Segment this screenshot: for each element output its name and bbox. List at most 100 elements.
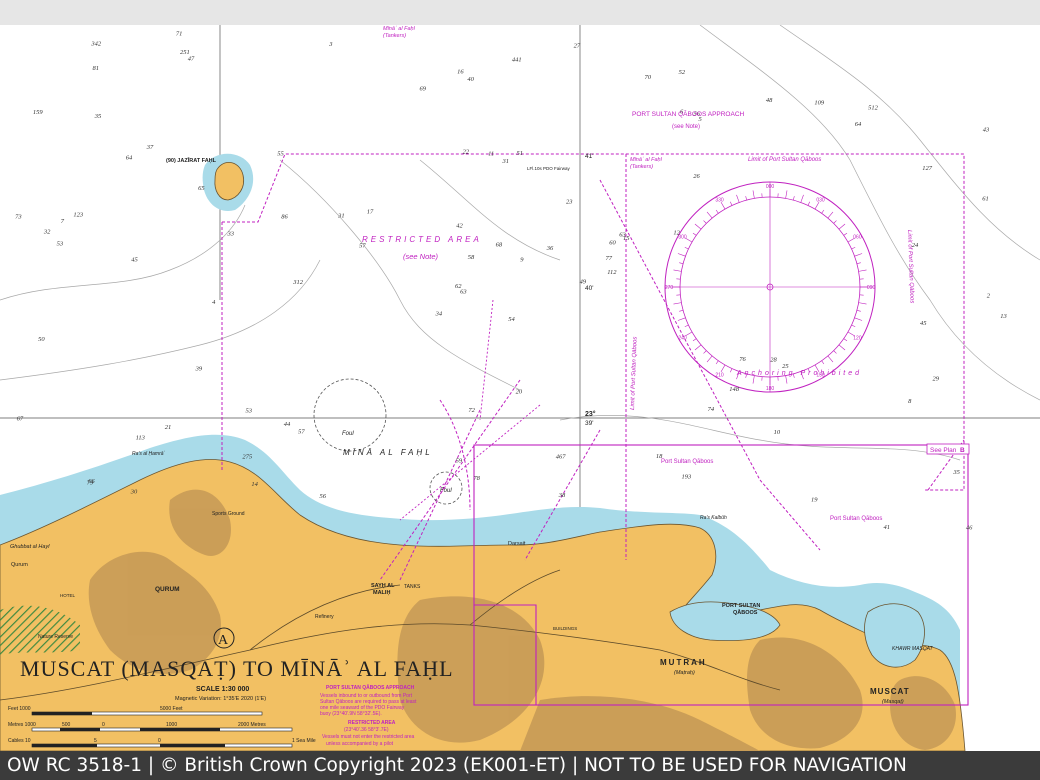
depth-sounding: 113 (136, 435, 146, 442)
depth-sounding: 81 (93, 65, 100, 72)
scale-feet-end: 5000 Feet (160, 706, 183, 712)
approach-label: PORT SULTAN QĀBOOS APPROACH (632, 110, 745, 118)
depth-sounding: 56 (320, 493, 327, 500)
depth-sounding: 76 (739, 356, 746, 363)
depth-sounding: 11 (488, 150, 494, 157)
depth-sounding: 39 (195, 365, 203, 372)
scale-metres-500: 500 (62, 722, 71, 728)
depth-sounding: 46 (966, 525, 973, 532)
latitude-minutes: 39' (585, 420, 593, 427)
mutrah-label: MUTRAH (660, 658, 707, 667)
magnetic-variation: Magnetic Variation: 1°35'E 2020 (1'E) (175, 696, 266, 702)
khawr-masqat-label: KHAWR MASQAT (892, 646, 934, 652)
depth-sounding: 26 (693, 173, 700, 180)
ghubbat-label: Ghubbat al Hayl (10, 544, 50, 550)
qurum-area-label: Qurum (11, 562, 28, 568)
depth-sounding: 51 (517, 150, 524, 157)
top-bar (0, 0, 1040, 25)
approach-note-4: buoy (23°40'.9N 58°32'.5E). (320, 711, 382, 717)
qurum-label: QURUM (155, 586, 180, 593)
depth-sounding: 65 (198, 185, 205, 192)
depth-sounding: 59 (456, 458, 463, 465)
tanks-label: TANKS (404, 584, 421, 590)
chart-scale: SCALE 1:30 000 (196, 686, 249, 693)
depth-sounding: 55 (277, 151, 284, 158)
restricted-note-2: unless accompanied by a pilot (326, 741, 394, 747)
tankers-1b: (Tankers) (383, 33, 406, 39)
depth-sounding: 14 (251, 481, 258, 488)
see-plan-letter: B (960, 447, 965, 454)
depth-sounding: 47 (188, 56, 195, 63)
depth-sounding: 512 (868, 104, 879, 111)
compass-label: 270 (665, 285, 674, 291)
compass-label: 330 (715, 198, 724, 204)
depth-sounding: 33 (227, 231, 235, 238)
depth-sounding: 13 (1000, 313, 1007, 320)
minute-41: 41' (585, 153, 593, 160)
depth-sounding: 29 (933, 376, 940, 383)
tankers-1: Mīnāʾ al Faḥl (383, 25, 416, 32)
depth-sounding: 35 (94, 113, 102, 120)
refinery-label: Refinery (315, 614, 334, 620)
depth-sounding: 441 (512, 57, 522, 64)
port-anchor-2: Port Sultan Qāboos (830, 516, 882, 522)
copyright-footer: OW RC 3518-1 | © British Crown Copyright… (0, 751, 1040, 780)
depth-sounding: 42 (456, 222, 463, 229)
depth-sounding: 38 (558, 492, 566, 499)
sayh-al-label: SAYḤ AL (371, 583, 395, 589)
depth-sounding: 3 (328, 41, 333, 48)
malih-label: MALIḤ (373, 590, 390, 596)
nature-reserve-label: Nature Reserve (38, 634, 73, 640)
depth-sounding: 112 (607, 269, 617, 276)
latitude-degree: 23° (585, 410, 596, 418)
depth-sounding: 19 (811, 497, 818, 504)
restricted-see-note: (see Note) (403, 252, 439, 261)
depth-sounding: 50 (38, 336, 45, 343)
restricted-note-pos: (23°40'.36 58°3'.7E) (344, 727, 389, 733)
depth-sounding: 67 (17, 416, 24, 423)
depth-sounding: 44 (284, 421, 291, 428)
depth-sounding: 73 (15, 214, 22, 221)
depth-sounding: 21 (165, 424, 172, 431)
depth-sounding: 31 (337, 212, 345, 219)
nautical-chart: 000030060090120150180210240270300330 546… (0, 25, 1040, 751)
scale-feet: Feet 1000 (8, 706, 31, 712)
depth-sounding: 342 (90, 41, 102, 48)
limit-port-label: Limit of Port Sultan Qāboos (748, 157, 821, 163)
depth-sounding: 12 (673, 230, 680, 237)
depth-sounding: 71 (176, 31, 183, 38)
depth-sounding: 275 (242, 454, 253, 461)
minute-40: 40' (585, 285, 593, 292)
foul-label-2: Foul (440, 488, 452, 494)
compass-label: 030 (816, 198, 825, 204)
depth-sounding: 35 (952, 469, 960, 476)
buildings-label: BUILDINGS (553, 626, 577, 631)
scale-metres: Metres 1000 (8, 722, 36, 728)
depth-sounding: 48 (766, 97, 773, 104)
depth-sounding: 25 (782, 363, 789, 370)
scale-sea-mile: 1 Sea Mile (292, 738, 316, 744)
depth-sounding: 86 (281, 213, 288, 220)
depth-sounding: 40 (467, 76, 474, 83)
depth-sounding: 52 (679, 69, 686, 76)
restricted-area-label: RESTRICTED AREA (362, 235, 482, 244)
ras-kalbuh-label: Ra's Kalbūh (700, 515, 727, 521)
restricted-note-1: Vessels must not enter the restricted ar… (322, 734, 414, 740)
depth-sounding: 34 (435, 311, 443, 318)
tankers-2: Mīnāʾ al Faḥl (630, 156, 663, 163)
ras-al-hamra-label: Ra's al Ḥamrāʾ (132, 450, 166, 457)
compass-label: 090 (867, 285, 876, 291)
depth-sounding: 22 (463, 149, 470, 156)
depth-sounding: 69 (420, 86, 427, 93)
depth-sounding: 148 (729, 386, 740, 393)
depth-sounding: 31 (502, 158, 510, 165)
mutrah-sub-label: (Maṭraḥ) (674, 670, 695, 676)
muscat-sub-label: (Masqaṭ) (882, 699, 904, 705)
depth-sounding: 17 (367, 209, 374, 216)
compass-label: 000 (766, 184, 775, 190)
port-anchor-1: Port Sultan Qāboos (661, 459, 713, 465)
depth-sounding: 251 (180, 49, 190, 56)
muscat-label: MUSCAT (870, 687, 910, 696)
depth-sounding: 53 (57, 240, 64, 247)
depth-sounding: 72 (468, 407, 475, 414)
